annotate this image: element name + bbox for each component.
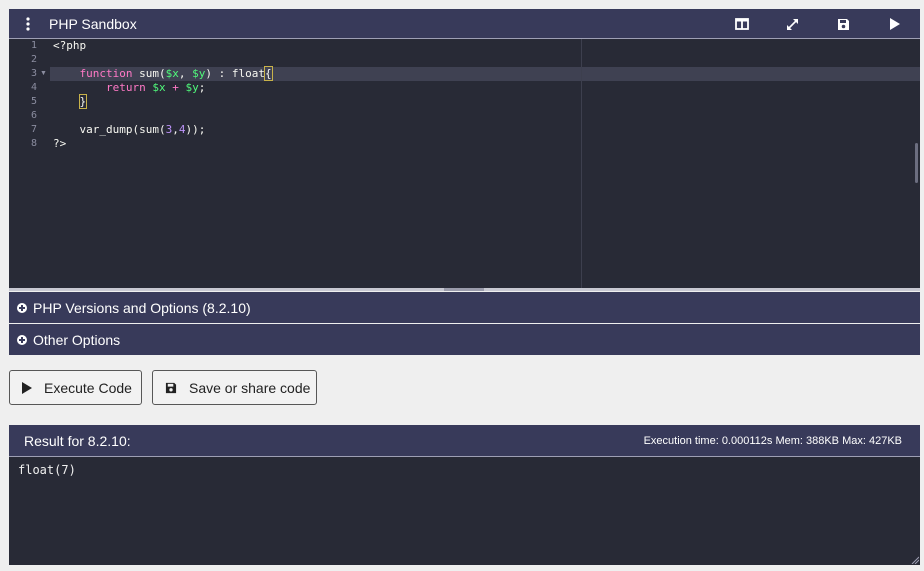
- code-token: }: [78, 94, 88, 109]
- code-token: return: [105, 81, 146, 94]
- sandbox-header: PHP Sandbox: [9, 9, 920, 39]
- code-token: +: [165, 81, 186, 94]
- editor-resize-grip[interactable]: [444, 288, 484, 291]
- save-button[interactable]: [818, 9, 869, 39]
- code-line-5: }: [53, 94, 88, 109]
- play-icon: [889, 18, 900, 30]
- run-button[interactable]: [869, 9, 920, 39]
- php-sandbox-page: PHP Sandbox 1 2 3 ▼ 4 5 6 7 8 <?php func…: [0, 0, 924, 571]
- print-margin: [581, 39, 582, 289]
- code-token: sum(: [132, 67, 166, 80]
- line-number: 7: [30, 124, 37, 135]
- resize-corner-icon[interactable]: [911, 556, 919, 564]
- more-vertical-icon: [26, 16, 30, 31]
- code-line-8: ?>: [53, 137, 66, 151]
- code-line-4: return $x + $y;: [53, 81, 205, 95]
- code-token: $y: [192, 67, 206, 80]
- button-label: Save or share code: [189, 379, 311, 396]
- line-number: 4: [30, 82, 37, 93]
- expand-icon: [787, 18, 798, 30]
- fold-arrow-icon[interactable]: ▼: [40, 67, 47, 81]
- execute-code-button[interactable]: Execute Code: [9, 370, 142, 405]
- line-number: 3: [30, 68, 37, 79]
- line-number-gutter: 1 2 3 ▼ 4 5 6 7 8: [9, 39, 50, 289]
- save-icon: [838, 18, 849, 30]
- result-output: float(7): [18, 463, 76, 477]
- save-icon: [165, 382, 177, 394]
- line-number: 5: [30, 96, 37, 107]
- code-token: $y: [185, 81, 199, 94]
- line-number: 6: [30, 110, 37, 121]
- header-toolbar: [716, 9, 920, 39]
- code-token: ));: [185, 123, 206, 136]
- result-header: Result for 8.2.10: Execution time: 0.000…: [9, 425, 920, 456]
- code-token: function: [79, 67, 133, 80]
- line-number: 1: [30, 40, 37, 51]
- plus-circle-icon: [17, 334, 27, 345]
- split-view-icon: [734, 18, 749, 30]
- button-label: Execute Code: [44, 379, 132, 396]
- code-editor[interactable]: 1 2 3 ▼ 4 5 6 7 8 <?php function sum($x,…: [9, 39, 920, 289]
- code-token: $x: [165, 67, 179, 80]
- result-title: Result for 8.2.10:: [24, 432, 131, 449]
- line-number: 8: [30, 138, 37, 149]
- code-token: ) : float: [205, 67, 265, 80]
- plus-circle-icon: [17, 302, 27, 313]
- code-token: {: [264, 66, 273, 81]
- code-token: $x: [152, 81, 166, 94]
- other-options-section[interactable]: Other Options: [9, 324, 920, 355]
- fullscreen-button[interactable]: [767, 9, 818, 39]
- result-output-panel[interactable]: float(7): [9, 456, 920, 565]
- code-token: ,: [172, 123, 179, 136]
- execution-stats: Execution time: 0.000112s Mem: 388KB Max…: [643, 434, 902, 447]
- code-token: ?>: [53, 137, 67, 150]
- line-number: 2: [30, 54, 37, 65]
- code-line-7: var_dump(sum(3,4));: [53, 123, 206, 137]
- more-options-button[interactable]: [9, 9, 47, 39]
- save-share-button[interactable]: Save or share code: [152, 370, 317, 405]
- play-icon: [22, 381, 32, 394]
- php-versions-section[interactable]: PHP Versions and Options (8.2.10): [9, 292, 920, 323]
- editor-scrollbar[interactable]: [915, 143, 918, 183]
- page-title: PHP Sandbox: [49, 15, 137, 32]
- section-label: PHP Versions and Options (8.2.10): [33, 299, 251, 316]
- code-token: var_dump(sum(: [79, 123, 166, 136]
- code-line-3: function sum($x, $y) : float{: [53, 66, 273, 81]
- code-line-1: <?php: [53, 39, 86, 53]
- section-label: Other Options: [33, 331, 121, 348]
- code-token: ;: [198, 81, 206, 94]
- code-token: <?php: [53, 39, 87, 52]
- split-view-button[interactable]: [716, 9, 767, 39]
- code-token: ,: [178, 67, 193, 80]
